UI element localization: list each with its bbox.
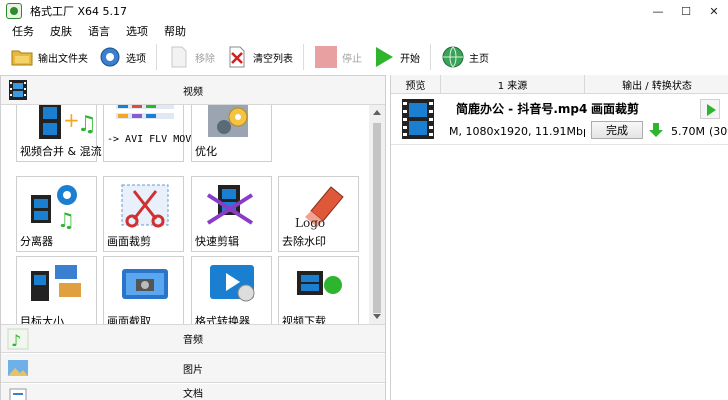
remove-button[interactable]: 移除 [167,42,215,72]
play-icon [376,47,393,67]
menu-task[interactable]: 任务 [12,23,34,39]
category-audio[interactable]: ♪ 音频 [1,324,385,353]
tile-remove-watermark[interactable]: Logo 去除水印 [278,176,359,252]
svg-text:♫: ♫ [77,112,93,137]
task-action: 画面裁剪 [591,102,640,116]
app-logo-icon [6,3,22,19]
tile-splitter[interactable]: ♫ 分离器 [16,176,97,252]
eraser-logo-icon: Logo [295,186,344,230]
home-button[interactable]: 主页 [441,42,489,72]
category-document[interactable]: 文档 [1,384,385,400]
arrow-down-icon [649,123,663,137]
format-list-icon [116,105,174,119]
gears-film-icon [208,105,248,137]
function-panel: 视频 + ♫ 视频合并 & 混流 -> AVI FLV MOV Etc... 优… [0,75,386,400]
player-convert-icon [210,265,255,302]
menu-language[interactable]: 语言 [88,23,110,39]
film-split-icon: ♫ [31,185,77,231]
close-button[interactable]: ✕ [700,0,728,22]
task-list-panel: 预览 1 来源 输出 / 转换状态 简鹿办公 - 抖音号.mp4 画面裁剪 M,… [390,74,728,400]
category-video[interactable]: 视频 [1,76,385,105]
clear-list-button[interactable]: 清空列表 [225,42,293,72]
task-output-percent: (30% [709,125,728,138]
video-tools-grid: + ♫ 视频合并 & 混流 -> AVI FLV MOV Etc... 优化 ♫… [1,105,369,324]
tile-format-convert[interactable]: -> AVI FLV MOV Etc... [103,105,233,162]
task-list-header: 预览 1 来源 输出 / 转换状态 [391,74,728,94]
scroll-thumb[interactable] [373,123,381,313]
svg-text:♪: ♪ [11,331,21,350]
menu-options[interactable]: 选项 [126,23,148,39]
tile-video-download[interactable]: 视频下载 [278,256,359,324]
globe-icon [442,46,464,68]
film-cut-icon [206,185,254,225]
film-globe-icon [297,271,342,295]
window-controls: — ☐ ✕ [644,0,728,22]
title-bar: 格式工厂 X64 5.17 — ☐ ✕ [0,0,728,22]
task-file-name: 简鹿办公 - 抖音号.mp4 [456,102,588,116]
monitor-camera-icon [122,269,168,299]
music-note-icon: ♪ [7,328,29,350]
menu-help[interactable]: 帮助 [164,23,186,39]
scroll-up-arrow-icon[interactable] [373,110,381,115]
toolbar-divider [156,44,157,70]
tile-target-size[interactable]: 目标大小 [16,256,97,324]
window-title: 格式工厂 X64 5.17 [30,5,128,18]
stop-button[interactable]: 停止 [314,42,362,72]
task-file-info: M, 1080x1920, 11.91Mbps, 00 [449,125,585,138]
film-music-icon: + ♫ [39,105,93,139]
folder-icon [11,50,33,66]
column-source[interactable]: 1 来源 [441,74,585,94]
toolbar: 输出文件夹 选项 移除 清空列表 停止 开始 主页 [0,40,728,74]
document-icon [9,388,27,400]
minimize-button[interactable]: — [644,0,672,22]
task-row[interactable]: 简鹿办公 - 抖音号.mp4 画面裁剪 M, 1080x1920, 11.91M… [391,95,728,145]
options-button[interactable]: 选项 [98,42,146,72]
film-icon [9,80,27,100]
video-file-icon [402,99,434,139]
category-picture[interactable]: 图片 [1,354,385,383]
maximize-button[interactable]: ☐ [672,0,700,22]
start-button[interactable]: 开始 [372,42,420,72]
tile-screenshot[interactable]: 画面截取 [103,256,184,324]
tile-video-merge[interactable]: + ♫ 视频合并 & 混流 [16,105,102,162]
scroll-down-arrow-icon[interactable] [373,314,381,319]
tile-crop[interactable]: 画面裁剪 [103,176,184,252]
tile-format-converter[interactable]: 格式转换器 [191,256,272,324]
menu-bar: 任务 皮肤 语言 选项 帮助 [0,22,728,40]
task-status-button[interactable]: 完成 [591,121,643,139]
menu-skin[interactable]: 皮肤 [50,23,72,39]
stop-icon [315,46,337,68]
tile-quick-clip[interactable]: 快速剪辑 [191,176,272,252]
gear-icon [100,47,120,67]
picture-icon [8,360,28,376]
task-play-button[interactable] [700,99,720,119]
column-output-status[interactable]: 输出 / 转换状态 [585,75,728,94]
film-images-icon [31,265,81,301]
task-output-size: 5.70M [671,125,705,138]
svg-text:Logo: Logo [295,216,325,230]
svg-text:♫: ♫ [57,208,75,231]
crop-scissors-icon [121,184,169,228]
toolbar-divider [303,44,304,70]
document-remove-icon [171,46,187,68]
column-preview[interactable]: 预览 [391,74,441,94]
clear-list-icon [229,46,245,68]
toolbar-divider [430,44,431,70]
output-folder-button[interactable]: 输出文件夹 [10,42,88,72]
function-panel-scrollbar[interactable] [369,105,385,324]
tile-optimize[interactable]: 优化 [191,105,272,162]
